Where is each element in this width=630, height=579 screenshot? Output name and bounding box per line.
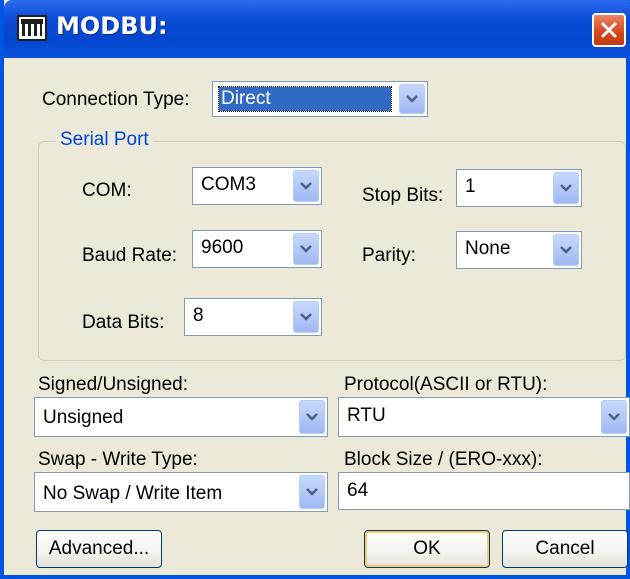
title-bar[interactable]: MODBU: (4, 0, 630, 58)
chevron-down-icon (306, 413, 318, 421)
data-bits-value: 8 (193, 305, 204, 326)
signed-unsigned-value: Unsigned (43, 407, 124, 428)
chevron-down-icon (608, 413, 620, 421)
connection-type-dropdown-button[interactable] (399, 84, 425, 114)
connection-type-label: Connection Type: (42, 89, 190, 110)
swap-write-type-value: No Swap / Write Item (43, 483, 223, 504)
stop-bits-select[interactable]: 1 (456, 169, 582, 207)
block-size-value: 64 (347, 480, 369, 501)
chevron-down-icon (300, 182, 312, 190)
block-size-label: Block Size / (ERO-xxx): (344, 449, 543, 470)
chevron-down-icon (306, 488, 318, 496)
chevron-down-icon (300, 313, 312, 321)
app-icon (17, 15, 47, 41)
protocol-value: RTU (347, 405, 386, 426)
data-bits-label: Data Bits: (82, 312, 165, 333)
stop-bits-value: 1 (465, 176, 476, 197)
protocol-select[interactable]: RTU (338, 397, 630, 437)
protocol-label: Protocol(ASCII or RTU): (344, 374, 548, 395)
com-select[interactable]: COM3 (192, 167, 322, 205)
parity-select[interactable]: None (456, 231, 582, 269)
cancel-button[interactable]: Cancel (502, 530, 628, 568)
dialog-window: MODBU: Connection Type: Direct Serial Po… (0, 0, 630, 579)
signed-unsigned-select[interactable]: Unsigned (34, 397, 328, 437)
protocol-dropdown-button[interactable] (601, 400, 627, 434)
data-bits-dropdown-button[interactable] (293, 301, 319, 333)
connection-type-value: Direct (218, 86, 392, 112)
connection-type-select[interactable]: Direct (212, 81, 428, 117)
window-title: MODBU: (56, 12, 168, 40)
data-bits-select[interactable]: 8 (184, 298, 322, 336)
swap-write-type-label: Swap - Write Type: (38, 449, 198, 470)
block-size-input[interactable]: 64 (338, 472, 630, 510)
chevron-down-icon (300, 245, 312, 253)
baud-rate-select[interactable]: 9600 (192, 230, 322, 268)
stop-bits-dropdown-button[interactable] (553, 172, 579, 204)
chevron-down-icon (406, 95, 418, 103)
ok-button[interactable]: OK (364, 530, 490, 568)
baud-rate-value: 9600 (201, 237, 244, 258)
stop-bits-label: Stop Bits: (362, 185, 444, 206)
cancel-button-label: Cancel (535, 538, 595, 559)
signed-unsigned-dropdown-button[interactable] (299, 400, 325, 434)
baud-rate-label: Baud Rate: (82, 245, 178, 266)
ok-button-label: OK (413, 538, 441, 559)
close-icon (601, 22, 617, 38)
parity-value: None (465, 238, 511, 259)
chevron-down-icon (560, 184, 572, 192)
advanced-button-label: Advanced... (48, 538, 150, 559)
advanced-button[interactable]: Advanced... (36, 530, 162, 568)
swap-write-type-dropdown-button[interactable] (299, 475, 325, 509)
parity-label: Parity: (362, 245, 416, 266)
parity-dropdown-button[interactable] (553, 234, 579, 266)
signed-unsigned-label: Signed/Unsigned: (38, 374, 188, 395)
baud-rate-dropdown-button[interactable] (293, 233, 319, 265)
com-label: COM: (82, 180, 132, 201)
com-dropdown-button[interactable] (293, 170, 319, 202)
serial-port-title: Serial Port (56, 129, 153, 151)
chevron-down-icon (560, 246, 572, 254)
close-button[interactable] (592, 13, 626, 47)
com-value: COM3 (201, 174, 256, 195)
swap-write-type-select[interactable]: No Swap / Write Item (34, 472, 328, 512)
